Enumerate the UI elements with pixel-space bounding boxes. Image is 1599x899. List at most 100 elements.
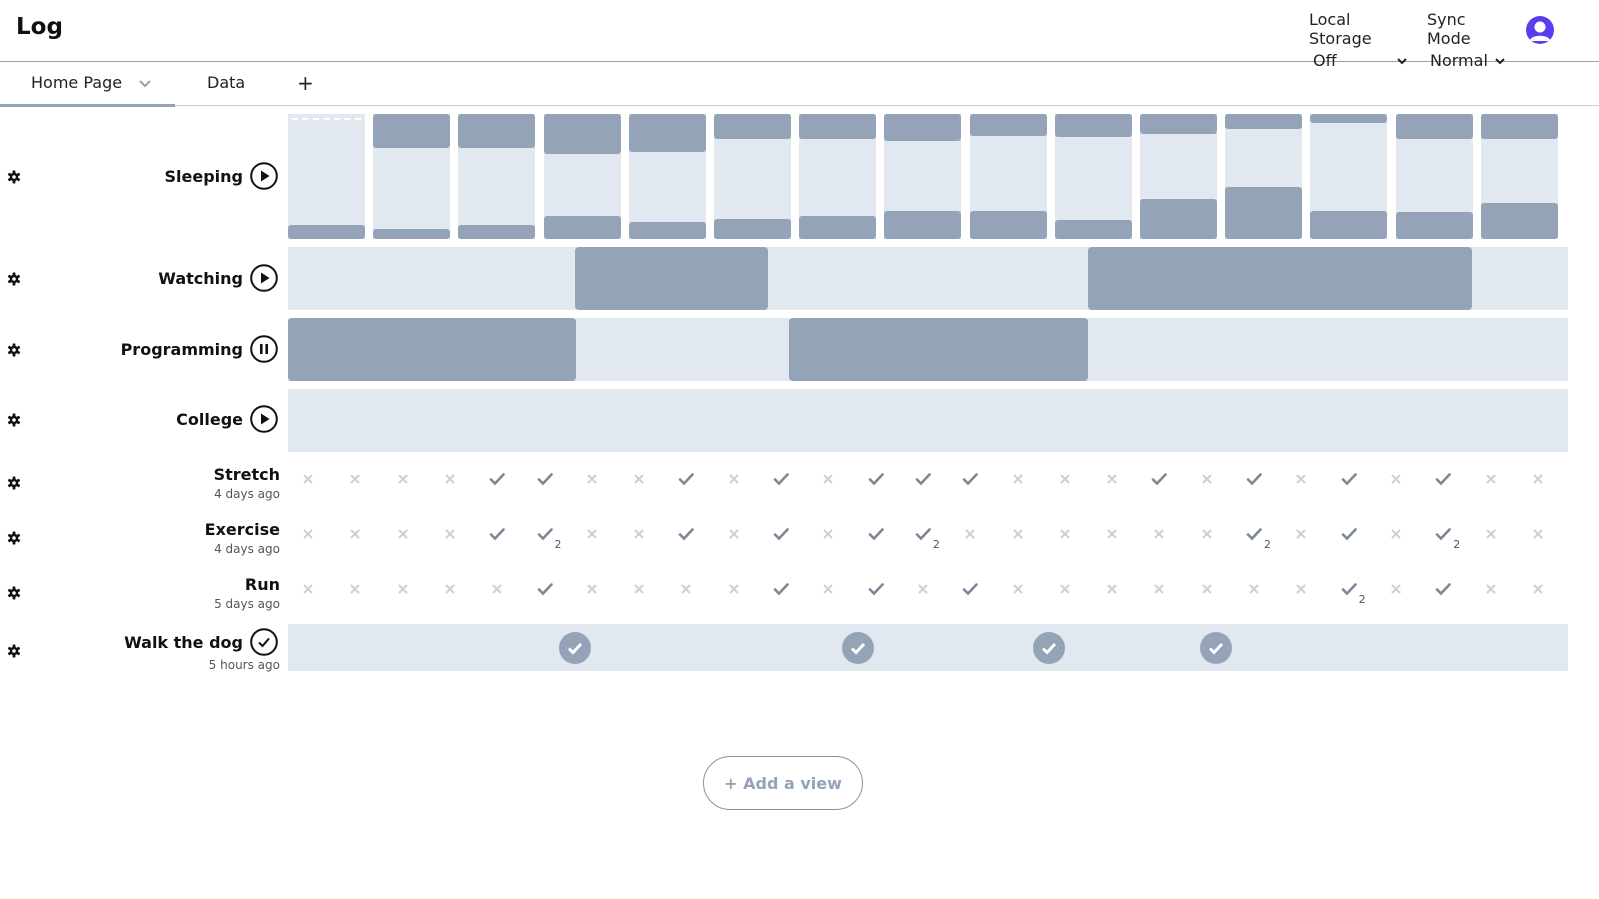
sleep-block[interactable] — [714, 219, 791, 239]
chevron-down-icon[interactable] — [138, 76, 152, 90]
habit-done-check-icon[interactable] — [678, 471, 695, 487]
habit-done-check-icon[interactable] — [1435, 471, 1451, 487]
sleep-block[interactable] — [458, 225, 536, 239]
sleep-block[interactable] — [1395, 114, 1473, 139]
habit-done-check-icon[interactable] — [915, 471, 931, 487]
local-storage-select[interactable]: Local Storage Off — [1309, 10, 1409, 70]
habit-done-check-icon[interactable] — [773, 526, 789, 542]
habit-missed-x-icon[interactable] — [1483, 471, 1499, 487]
play-icon[interactable] — [250, 162, 278, 190]
habit-missed-x-icon[interactable] — [1104, 526, 1120, 542]
user-avatar-icon[interactable] — [1526, 16, 1554, 44]
sleep-block[interactable] — [884, 211, 962, 239]
habit-done-check-icon[interactable] — [1246, 526, 1262, 542]
habit-missed-x-icon[interactable] — [1246, 581, 1262, 597]
habit-done-check-icon[interactable] — [1151, 471, 1168, 487]
habit-missed-x-icon[interactable] — [347, 471, 363, 487]
sleep-block[interactable] — [714, 114, 791, 139]
habit-done-check-icon[interactable] — [1341, 471, 1357, 487]
habit-missed-x-icon[interactable] — [1483, 526, 1499, 542]
habit-missed-x-icon[interactable] — [631, 471, 647, 487]
check-icon[interactable] — [250, 628, 278, 656]
habit-done-check-icon[interactable] — [678, 526, 695, 542]
habit-missed-x-icon[interactable] — [395, 526, 411, 542]
programming-session[interactable] — [288, 318, 576, 381]
sleep-block[interactable] — [543, 114, 621, 154]
sleep-block[interactable] — [1225, 114, 1303, 129]
habit-missed-x-icon[interactable] — [820, 581, 836, 597]
habit-missed-x-icon[interactable] — [1388, 471, 1404, 487]
programming-session[interactable] — [789, 318, 1088, 381]
sleep-block[interactable] — [799, 114, 877, 139]
sleeping-day-column[interactable] — [1310, 114, 1388, 239]
sleep-block[interactable] — [1480, 203, 1558, 239]
sleep-block[interactable] — [1310, 211, 1388, 239]
add-view-button[interactable]: + Add a view — [703, 756, 863, 810]
sleeping-day-column[interactable] — [288, 114, 365, 239]
row-settings-gear-icon[interactable] — [7, 586, 21, 600]
row-settings-gear-icon[interactable] — [7, 170, 21, 184]
sleep-block[interactable] — [1140, 199, 1217, 239]
sleeping-day-column[interactable] — [628, 114, 706, 239]
habit-missed-x-icon[interactable] — [395, 581, 411, 597]
habit-missed-x-icon[interactable] — [1057, 471, 1073, 487]
habit-missed-x-icon[interactable] — [1104, 581, 1120, 597]
habit-done-check-icon[interactable] — [1246, 471, 1262, 487]
sleep-block[interactable] — [1225, 187, 1303, 239]
watching-session[interactable] — [1088, 247, 1472, 310]
habit-missed-x-icon[interactable] — [1057, 526, 1073, 542]
row-settings-gear-icon[interactable] — [7, 272, 21, 286]
play-icon[interactable] — [250, 264, 278, 292]
sleep-block[interactable] — [1395, 212, 1473, 239]
walk-done-check-icon[interactable] — [842, 632, 874, 664]
sleep-block[interactable] — [543, 216, 621, 239]
habit-missed-x-icon[interactable] — [915, 581, 931, 597]
sleep-block[interactable] — [1480, 114, 1558, 139]
sleep-block[interactable] — [373, 114, 451, 148]
habit-done-check-icon[interactable] — [773, 471, 789, 487]
habit-missed-x-icon[interactable] — [442, 581, 458, 597]
sleeping-day-column[interactable] — [1225, 114, 1303, 239]
habit-missed-x-icon[interactable] — [347, 526, 363, 542]
sleeping-day-column[interactable] — [1395, 114, 1473, 239]
walk-done-check-icon[interactable] — [559, 632, 591, 664]
habit-missed-x-icon[interactable] — [1010, 526, 1026, 542]
walk-done-check-icon[interactable] — [1033, 632, 1065, 664]
habit-done-check-icon[interactable] — [962, 581, 978, 597]
habit-missed-x-icon[interactable] — [1199, 471, 1215, 487]
habit-done-check-icon[interactable] — [868, 471, 884, 487]
sleeping-day-column[interactable] — [969, 114, 1047, 239]
sleeping-day-column[interactable] — [884, 114, 962, 239]
sleeping-day-column[interactable] — [1480, 114, 1558, 239]
habit-missed-x-icon[interactable] — [584, 471, 600, 487]
habit-missed-x-icon[interactable] — [631, 526, 647, 542]
habit-missed-x-icon[interactable] — [442, 471, 458, 487]
tab-data[interactable]: Data — [207, 62, 245, 104]
habit-missed-x-icon[interactable] — [726, 581, 742, 597]
sleep-block[interactable] — [969, 114, 1047, 136]
row-settings-gear-icon[interactable] — [7, 644, 21, 658]
habit-missed-x-icon[interactable] — [1151, 581, 1167, 597]
habit-done-check-icon[interactable] — [1341, 581, 1357, 597]
habit-missed-x-icon[interactable] — [1530, 581, 1546, 597]
habit-missed-x-icon[interactable] — [820, 526, 836, 542]
habit-done-check-icon[interactable] — [537, 526, 553, 542]
sleeping-day-column[interactable] — [714, 114, 791, 239]
habit-missed-x-icon[interactable] — [726, 526, 742, 542]
habit-missed-x-icon[interactable] — [1010, 471, 1026, 487]
sleep-block[interactable] — [628, 222, 706, 239]
habit-missed-x-icon[interactable] — [300, 526, 316, 542]
habit-missed-x-icon[interactable] — [300, 471, 316, 487]
habit-done-check-icon[interactable] — [1435, 581, 1451, 597]
sync-mode-select[interactable]: Sync Mode Normal — [1427, 10, 1507, 70]
sleep-block[interactable] — [1140, 114, 1217, 134]
habit-missed-x-icon[interactable] — [300, 581, 316, 597]
habit-done-check-icon[interactable] — [537, 581, 553, 597]
watching-session[interactable] — [575, 247, 768, 310]
habit-done-check-icon[interactable] — [489, 526, 505, 542]
habit-missed-x-icon[interactable] — [1530, 526, 1546, 542]
habit-missed-x-icon[interactable] — [395, 471, 411, 487]
habit-missed-x-icon[interactable] — [678, 581, 694, 597]
habit-missed-x-icon[interactable] — [1057, 581, 1073, 597]
habit-done-check-icon[interactable] — [915, 526, 931, 542]
